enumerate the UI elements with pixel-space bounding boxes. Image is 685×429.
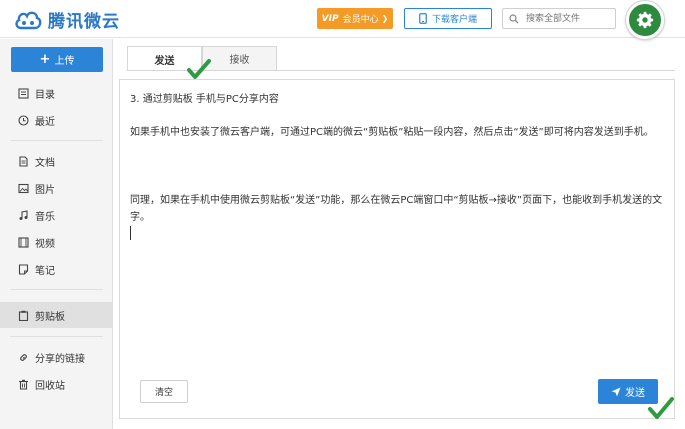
- download-client-button[interactable]: 下载客户端: [404, 8, 492, 29]
- sidebar-item-label: 分享的链接: [35, 353, 85, 365]
- sidebar-item-images[interactable]: 图片: [0, 175, 112, 201]
- phone-icon: [419, 13, 427, 24]
- note-icon: [18, 263, 29, 275]
- upload-label: 上传: [54, 56, 75, 67]
- sidebar-item-label: 笔记: [35, 265, 55, 277]
- sidebar-divider: [10, 289, 103, 290]
- clear-button[interactable]: 清空: [140, 380, 188, 403]
- sidebar-item-label: 最近: [35, 116, 55, 128]
- sidebar-item-label: 目录: [35, 89, 55, 101]
- sidebar-item-music[interactable]: 音乐: [0, 202, 112, 228]
- sidebar: + 上传 目录 最近 文档 图片 音乐 视频 笔记 剪贴板 分享的链接 回收站: [0, 39, 113, 429]
- sidebar-divider: [10, 140, 103, 141]
- gear-icon: [636, 11, 654, 29]
- sidebar-item-notes[interactable]: 笔记: [0, 256, 112, 282]
- sidebar-item-video[interactable]: 视频: [0, 229, 112, 255]
- search-icon: [509, 13, 519, 23]
- vip-badge: VIP: [321, 13, 339, 24]
- cloud-logo-icon: [15, 11, 42, 30]
- vip-center-button[interactable]: VIP 会员中心 ❯: [317, 8, 393, 29]
- checkmark-icon: [648, 397, 674, 419]
- send-label: 发送: [625, 388, 645, 399]
- tab-receive[interactable]: 接收: [202, 46, 277, 70]
- chevron-right-icon: ❯: [381, 14, 389, 23]
- image-icon: [18, 183, 29, 193]
- text-cursor: [130, 226, 131, 240]
- document-icon: [19, 155, 28, 167]
- trash-icon: [19, 379, 28, 390]
- video-icon: [18, 236, 29, 248]
- sidebar-item-shared-links[interactable]: 分享的链接: [0, 344, 112, 370]
- sidebar-item-recent[interactable]: 最近: [0, 107, 112, 133]
- top-header: 腾讯微云 VIP 会员中心 ❯ 下载客户端: [0, 0, 685, 39]
- content-paragraph-2: 同理，如果在手机中使用微云剪贴板“发送”功能，那么在微云PC端窗口中“剪贴板→接…: [130, 195, 663, 223]
- sidebar-item-label: 图片: [35, 184, 55, 196]
- music-icon: [19, 209, 28, 220]
- clipboard-editor[interactable]: 3. 通过剪贴板 手机与PC分享内容 如果手机中也安装了微云客户端，可通过PC端…: [119, 79, 675, 419]
- upload-button[interactable]: + 上传: [11, 47, 103, 72]
- sidebar-item-label: 音乐: [35, 211, 55, 223]
- clipboard-icon: [18, 310, 29, 321]
- sidebar-item-label: 剪贴板: [35, 311, 65, 323]
- search-box[interactable]: [502, 8, 616, 29]
- sidebar-item-documents[interactable]: 文档: [0, 148, 112, 174]
- sidebar-item-label: 文档: [35, 157, 55, 169]
- vip-center-label: 会员中心: [342, 15, 379, 25]
- sidebar-divider: [10, 336, 103, 337]
- clock-icon: [18, 114, 29, 126]
- checkmark-icon: [187, 59, 211, 79]
- search-input[interactable]: [524, 12, 612, 25]
- sidebar-item-clipboard[interactable]: 剪贴板: [0, 302, 112, 328]
- download-client-label: 下载客户端: [431, 15, 477, 25]
- logo-text: 腾讯微云: [48, 11, 120, 32]
- content-heading: 3. 通过剪贴板 手机与PC分享内容: [130, 94, 279, 105]
- sidebar-item-directory[interactable]: 目录: [0, 80, 112, 106]
- logo[interactable]: 腾讯微云: [14, 6, 120, 32]
- plus-icon: +: [39, 52, 51, 67]
- directory-icon: [18, 87, 29, 99]
- link-icon: [20, 353, 27, 361]
- sidebar-item-label: 回收站: [35, 380, 65, 392]
- paper-plane-icon: [611, 387, 621, 396]
- sidebar-item-label: 视频: [35, 238, 55, 250]
- sidebar-item-recycle-bin[interactable]: 回收站: [0, 371, 112, 397]
- content-paragraph-1: 如果手机中也安装了微云客户端，可通过PC端的微云“剪贴板”粘贴一段内容，然后点击…: [130, 127, 654, 138]
- settings-button[interactable]: [626, 1, 664, 39]
